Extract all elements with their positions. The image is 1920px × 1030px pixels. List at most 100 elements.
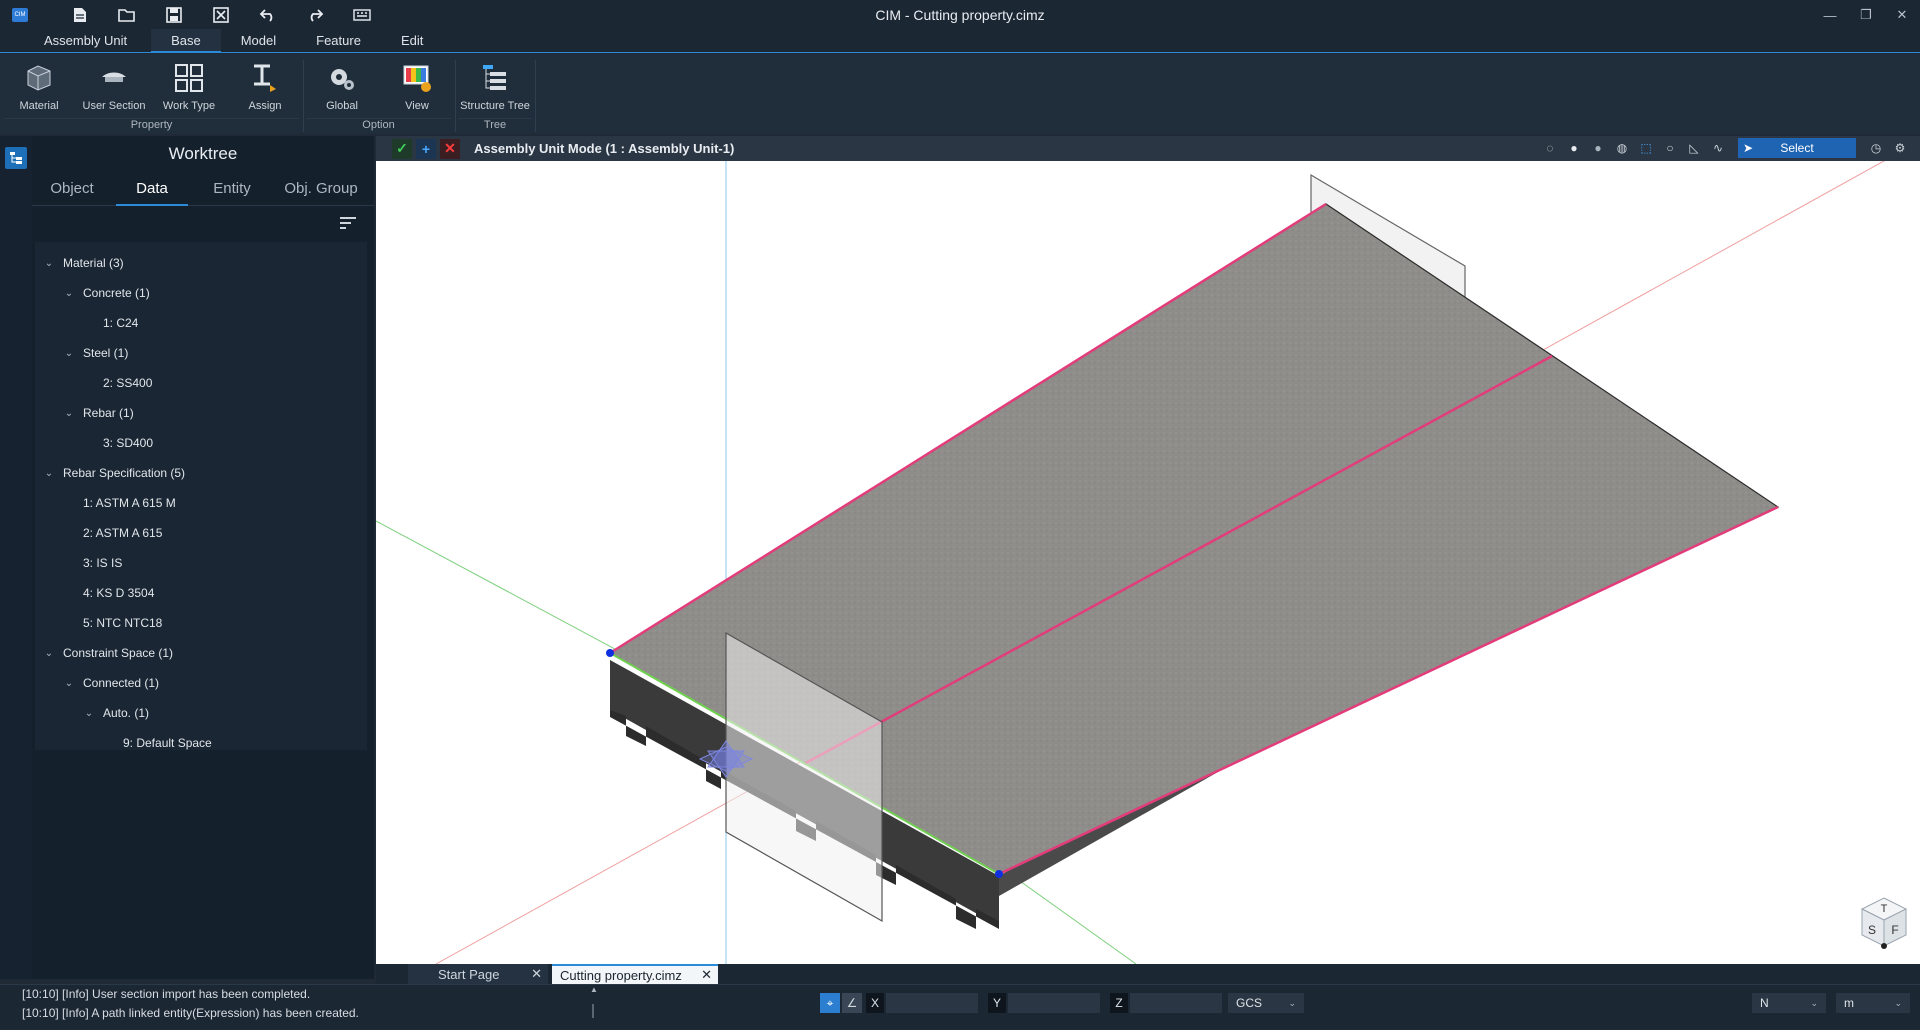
snap-point-icon[interactable]: ⌖: [820, 993, 840, 1013]
tab-obj-group[interactable]: Obj. Group: [272, 172, 370, 205]
assign-button[interactable]: Assign: [230, 58, 300, 118]
open-folder-icon[interactable]: [103, 0, 150, 30]
view-cube[interactable]: T S F: [1856, 894, 1912, 950]
restore-icon[interactable]: ❐: [1848, 0, 1884, 30]
add-button[interactable]: +: [416, 138, 436, 159]
viewport-header: ✓ + ✕ Assembly Unit Mode (1 : Assembly U…: [376, 136, 1920, 161]
left-dock-bar: [0, 136, 32, 979]
render-solid-icon[interactable]: ●: [1588, 138, 1608, 158]
chevron-down-icon[interactable]: ⌄: [63, 407, 75, 419]
tree-node-label: Constraint Space (1): [63, 646, 174, 660]
material-icon: [23, 62, 55, 94]
coordinate-system-select[interactable]: GCS ⌄: [1228, 993, 1304, 1013]
worktree-icon[interactable]: [5, 147, 27, 169]
log-line: [10:10] [Info] User section import has b…: [22, 987, 311, 1001]
undo-icon[interactable]: [244, 0, 291, 30]
tree-node[interactable]: 2: ASTM A 615: [35, 518, 367, 548]
tree-node[interactable]: 3: IS IS: [35, 548, 367, 578]
global-button[interactable]: Global: [307, 58, 377, 118]
cancel-button[interactable]: ✕: [440, 138, 460, 159]
chevron-down-icon[interactable]: ⌄: [63, 287, 75, 299]
tree-node[interactable]: ⌄ Steel (1): [35, 338, 367, 368]
log-scroll-handle[interactable]: ▲: [590, 985, 598, 1030]
z-coordinate-input[interactable]: [1130, 993, 1222, 1013]
tab-object[interactable]: Object: [32, 172, 112, 205]
group-property-label: Property: [4, 118, 299, 133]
tree-node-label: 9: Default Space: [123, 736, 212, 750]
confirm-button[interactable]: ✓: [392, 138, 412, 159]
work-type-icon: [173, 62, 205, 94]
tree-node-label: Auto. (1): [103, 706, 150, 720]
tree-node[interactable]: ⌄ Auto. (1): [35, 698, 367, 728]
group-option-label: Option: [306, 118, 451, 133]
snap-angle-icon[interactable]: ∠: [842, 993, 862, 1013]
select-freehand-icon[interactable]: ∿: [1708, 138, 1728, 158]
model-scene[interactable]: [376, 161, 1920, 964]
view-button[interactable]: View: [382, 58, 452, 118]
viewport-toolbar: ◌ ● ● ◍ ⬚ ○ ◺ ∿ ➤ Select ◷ ⚙: [1540, 138, 1910, 158]
tree-node-label: 4: KS D 3504: [83, 586, 155, 600]
chevron-down-icon[interactable]: ⌄: [63, 677, 75, 689]
select-mode-button[interactable]: ➤ Select: [1738, 138, 1856, 158]
render-shaded-icon[interactable]: ●: [1564, 138, 1584, 158]
tab-assembly-unit[interactable]: Assembly Unit: [0, 29, 151, 52]
select-polygon-icon[interactable]: ◺: [1684, 138, 1704, 158]
path-point-start: [606, 649, 614, 657]
tree-node[interactable]: 2: SS400: [35, 368, 367, 398]
x-coordinate-input[interactable]: [886, 993, 978, 1013]
chevron-down-icon[interactable]: ⌄: [63, 347, 75, 359]
app-logo[interactable]: CIM: [12, 8, 28, 22]
chevron-down-icon[interactable]: ⌄: [83, 707, 95, 719]
tree-node[interactable]: 5: NTC NTC18: [35, 608, 367, 638]
tab-entity[interactable]: Entity: [192, 172, 272, 205]
minimize-icon[interactable]: —: [1812, 0, 1848, 30]
chevron-down-icon[interactable]: ⌄: [43, 257, 55, 269]
select-circle-icon[interactable]: ○: [1660, 138, 1680, 158]
tab-start-page[interactable]: Start Page ✕: [408, 964, 548, 984]
render-globe-icon[interactable]: ◍: [1612, 138, 1632, 158]
tree-node[interactable]: ⌄ Connected (1): [35, 668, 367, 698]
close-tab-icon[interactable]: ✕: [701, 967, 712, 983]
length-unit-select[interactable]: m ⌄: [1836, 993, 1910, 1013]
save-icon[interactable]: [150, 0, 197, 30]
tree-node[interactable]: 1: C24: [35, 308, 367, 338]
material-button[interactable]: Material: [4, 58, 74, 118]
select-rect-icon[interactable]: ⬚: [1636, 138, 1656, 158]
view-settings-icon[interactable]: ⚙: [1890, 138, 1910, 158]
work-type-button[interactable]: Work Type: [154, 58, 224, 118]
force-unit-select[interactable]: N ⌄: [1752, 993, 1826, 1013]
tree-node[interactable]: ⌄ Concrete (1): [35, 278, 367, 308]
tab-edit[interactable]: Edit: [381, 29, 443, 52]
tree-node[interactable]: ⌄ Rebar Specification (5): [35, 458, 367, 488]
chevron-down-icon[interactable]: ⌄: [43, 647, 55, 659]
3d-viewport[interactable]: T S F: [376, 161, 1920, 964]
render-wireframe-icon[interactable]: ◌: [1540, 138, 1560, 158]
tree-node[interactable]: 3: SD400: [35, 428, 367, 458]
clock-icon[interactable]: ◷: [1866, 138, 1886, 158]
keyboard-icon[interactable]: [338, 0, 385, 30]
tree-node[interactable]: ⌄ Material (3): [35, 248, 367, 278]
group-separator: [303, 60, 304, 132]
new-file-icon[interactable]: [56, 0, 103, 30]
log-line: [10:10] [Info] A path linked entity(Expr…: [22, 1006, 359, 1020]
y-coordinate-input[interactable]: [1008, 993, 1100, 1013]
tree-node[interactable]: 9: Default Space: [35, 728, 367, 758]
redo-icon[interactable]: [291, 0, 338, 30]
tab-data[interactable]: Data: [112, 172, 192, 206]
group-separator: [455, 60, 456, 132]
tab-base[interactable]: Base: [151, 29, 221, 53]
tab-model[interactable]: Model: [221, 29, 296, 52]
tree-node[interactable]: ⌄ Constraint Space (1): [35, 638, 367, 668]
close-tab-icon[interactable]: ✕: [531, 966, 542, 982]
sort-icon[interactable]: [340, 217, 356, 229]
user-section-button[interactable]: User Section: [79, 58, 149, 118]
close-file-icon[interactable]: [197, 0, 244, 30]
tree-node[interactable]: 1: ASTM A 615 M: [35, 488, 367, 518]
close-icon[interactable]: ✕: [1884, 0, 1920, 30]
tab-feature[interactable]: Feature: [296, 29, 381, 52]
tree-node[interactable]: ⌄ Rebar (1): [35, 398, 367, 428]
tab-cutting-property[interactable]: Cutting property.cimz ✕: [552, 964, 718, 984]
structure-tree-button[interactable]: Structure Tree: [460, 58, 530, 118]
chevron-down-icon[interactable]: ⌄: [43, 467, 55, 479]
tree-node[interactable]: 4: KS D 3504: [35, 578, 367, 608]
